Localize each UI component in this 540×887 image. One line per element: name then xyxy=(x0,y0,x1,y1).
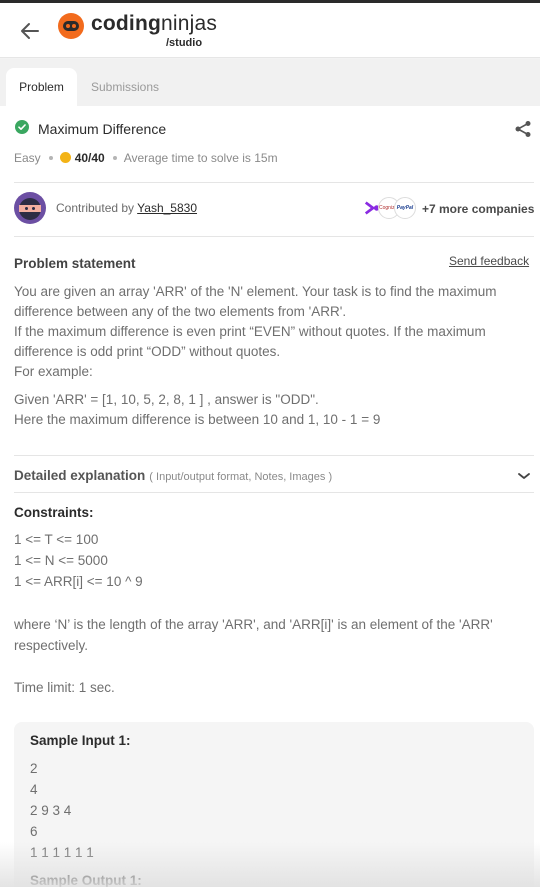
difficulty-label: Easy xyxy=(14,151,41,165)
divider xyxy=(14,182,534,183)
avatar xyxy=(14,192,46,224)
divider xyxy=(14,455,534,456)
sample-input-heading: Sample Input 1: xyxy=(30,733,131,748)
problem-statement-heading: Problem statement xyxy=(14,256,136,271)
tab-submissions[interactable]: Submissions xyxy=(85,68,165,106)
constraints-heading: Constraints: xyxy=(14,505,94,520)
problem-title: Maximum Difference xyxy=(38,121,167,137)
sample-input-line: 1 1 1 1 1 1 xyxy=(30,845,94,860)
statement-line: difference between any of the two elemen… xyxy=(14,304,347,319)
coin-icon xyxy=(59,152,71,164)
share-icon[interactable] xyxy=(514,120,532,138)
problem-panel: Maximum Difference Easy 40/40 Average time… xyxy=(0,106,540,887)
tab-problem[interactable]: Problem xyxy=(6,68,77,106)
company-logo-paypal: PayPal xyxy=(394,197,416,219)
tab-bar: Problem Submissions xyxy=(0,59,540,106)
constraint-line: 1 <= ARR[i] <= 10 ^ 9 xyxy=(14,574,143,589)
sample-input-line: 2 xyxy=(30,761,38,776)
time-limit: Time limit: 1 sec. xyxy=(14,680,115,695)
constraint-line: 1 <= N <= 5000 xyxy=(14,553,108,568)
sample-input-line: 4 xyxy=(30,782,38,797)
detailed-explanation-toggle[interactable]: Detailed explanation( Input/output forma… xyxy=(14,468,332,483)
divider xyxy=(14,236,534,237)
score-label: 40/40 xyxy=(74,151,105,165)
sample-input-line: 2 9 3 4 xyxy=(30,803,72,818)
arrow-left-icon[interactable] xyxy=(18,19,42,43)
send-feedback-link[interactable]: Send feedback xyxy=(449,254,529,268)
chevron-down-icon[interactable] xyxy=(518,471,530,481)
more-companies-link[interactable]: +7 more companies xyxy=(422,202,534,216)
logo-text: codingninjas xyxy=(91,12,218,35)
divider xyxy=(14,492,534,493)
statement-line: If the maximum difference is even print … xyxy=(14,324,486,339)
check-circle-icon xyxy=(15,120,29,134)
contributor-line: Contributed by Yash_5830 xyxy=(56,201,198,215)
statement-line: difference is odd print “ODD” without qu… xyxy=(14,344,281,359)
contributor-link[interactable]: Yash_5830 xyxy=(137,201,197,215)
avg-time-label: Average time to solve is 15m xyxy=(123,151,278,165)
sample-output-heading: Sample Output 1: xyxy=(30,873,142,887)
logo-icon xyxy=(58,13,84,39)
statement-line: For example: xyxy=(14,364,93,379)
sample-input-line: 6 xyxy=(30,824,38,839)
example-line: Here the maximum difference is between 1… xyxy=(14,412,381,427)
constraint-line: 1 <= T <= 100 xyxy=(14,532,99,547)
company-logos[interactable]: Cognizant PayPal xyxy=(362,197,418,219)
statement-line: You are given an array 'ARR' of the 'N' … xyxy=(14,284,497,299)
constraint-note-line: where ‘N’ is the length of the array 'AR… xyxy=(14,617,493,632)
problem-meta: Easy 40/40 Average time to solve is 15m xyxy=(14,151,278,165)
app-header: codingninjas /studio xyxy=(0,3,540,58)
example-line: Given 'ARR' = [1, 10, 5, 2, 8, 1 ] , ans… xyxy=(14,392,319,407)
constraint-note-line: respectively. xyxy=(14,638,89,653)
logo-subtitle: /studio xyxy=(166,37,203,49)
